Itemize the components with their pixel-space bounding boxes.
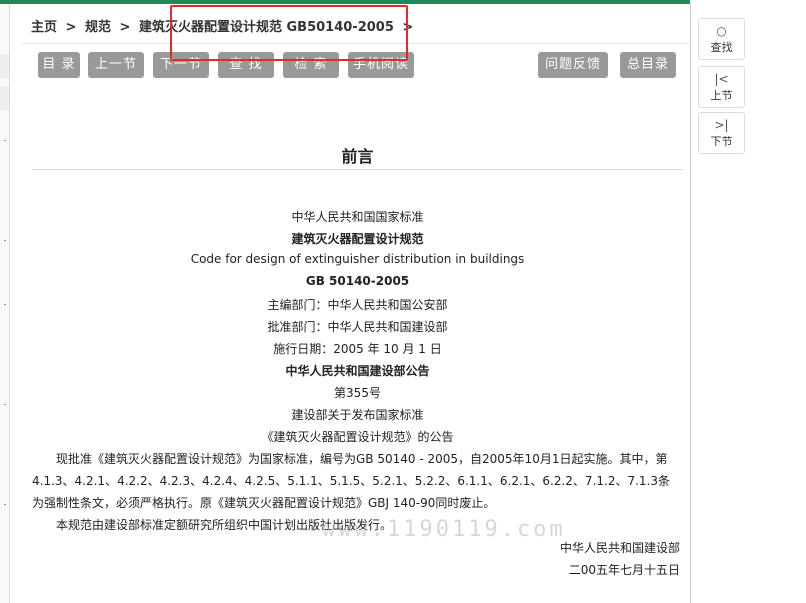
paragraph: 现批准《建筑灭火器配置设计规范》为国家标准，编号为GB 50140 - 2005…	[32, 452, 670, 510]
side-prev-button[interactable]: |< 上节	[698, 66, 745, 108]
text-line: 中华人民共和国国家标准	[291, 210, 424, 224]
skip-back-icon: |<	[714, 72, 729, 86]
text-line: 施行日期：2005 年 10 月 1 日	[273, 342, 442, 356]
breadcrumb-category[interactable]: 规范	[85, 20, 111, 35]
breadcrumb-separator: >	[65, 20, 77, 35]
text-line: GB 50140-2005	[305, 274, 410, 288]
text-line: 批准部门：中华人民共和国建设部	[267, 320, 448, 334]
left-sidebar-edge	[0, 4, 10, 603]
text-line: 第355号	[334, 386, 381, 400]
text-line: Code for design of extinguisher distribu…	[190, 252, 525, 266]
text-line: 主编部门：中华人民共和国公安部	[267, 298, 448, 312]
feedback-button[interactable]: 问题反馈	[538, 52, 608, 78]
highlight-box	[170, 5, 408, 61]
side-find-button[interactable]: ○ 查找	[698, 18, 745, 60]
text-line: 《建筑灭火器配置设计规范》的公告	[261, 430, 454, 444]
breadcrumb-separator: >	[119, 20, 131, 35]
sidebar-item[interactable]	[0, 54, 9, 78]
signature-date: 二00五年七月十五日	[568, 563, 680, 577]
search-icon: ○	[716, 24, 727, 38]
side-next-button[interactable]: >| 下节	[698, 112, 745, 154]
main-content: 主页 > 规范 > 建筑灭火器配置设计规范 GB50140-2005 > 目 录…	[22, 4, 691, 603]
sidebar-item[interactable]	[0, 86, 9, 110]
divider	[4, 240, 6, 241]
toc-button[interactable]: 目 录	[38, 52, 80, 78]
breadcrumb-home[interactable]: 主页	[31, 20, 57, 35]
page-title: 前言	[341, 147, 374, 166]
skip-forward-icon: >|	[714, 118, 729, 132]
watermark: www.1190119.com	[322, 517, 566, 542]
divider	[4, 304, 6, 305]
divider	[4, 504, 6, 505]
divider	[4, 140, 6, 141]
catalog-button[interactable]: 总目录	[620, 52, 676, 78]
title-divider	[32, 169, 683, 170]
side-prev-label: 上节	[710, 89, 733, 102]
side-find-label: 查找	[710, 41, 733, 54]
text-line: 中华人民共和国建设部公告	[285, 364, 430, 378]
text-line: 建筑灭火器配置设计规范	[291, 232, 424, 246]
side-next-label: 下节	[710, 135, 733, 148]
text-line: 建设部关于发布国家标准	[291, 408, 424, 422]
prev-section-button[interactable]: 上一节	[88, 52, 144, 78]
divider	[4, 404, 6, 405]
